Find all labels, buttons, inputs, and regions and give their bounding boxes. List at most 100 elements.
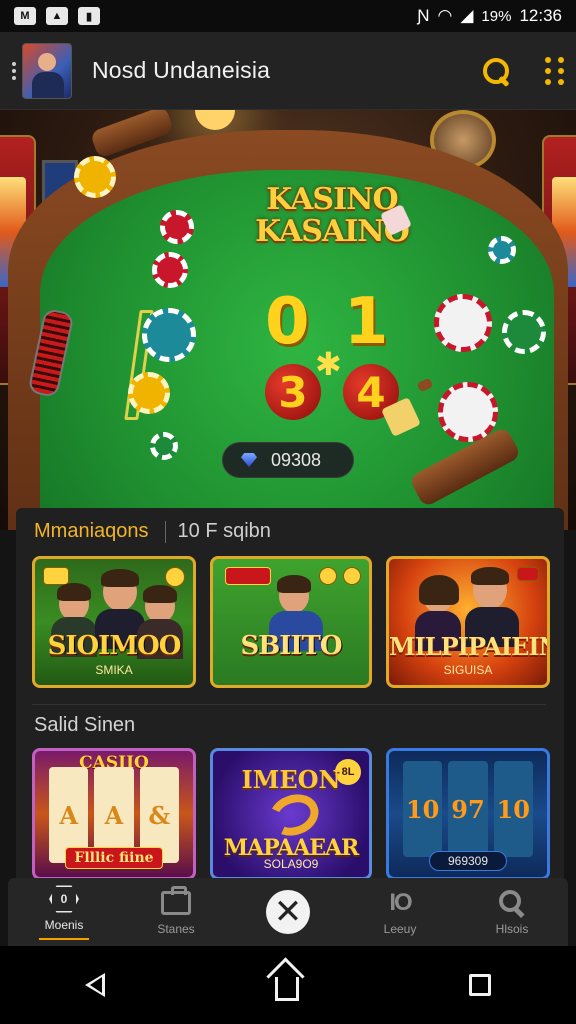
reel-symbol: A	[59, 800, 78, 830]
tab-home[interactable]: 0 Moenis	[19, 884, 109, 940]
bag-icon	[161, 886, 191, 918]
app-bar: Nosd Undaneisia	[0, 32, 576, 110]
bottom-tab-bar: 0 Moenis Stanes ✕ IO Leeuy Hlsois	[8, 878, 568, 946]
io-icon: IO	[389, 889, 412, 916]
coin-icon	[165, 567, 185, 587]
featured-games-row: SIOIMOO SMIKA SBIITO MILPIPAIEIN SIGUISA	[32, 556, 550, 688]
search-icon	[497, 888, 527, 918]
divider	[164, 520, 166, 543]
tab-search[interactable]: Hlsois	[467, 888, 557, 936]
tab-library[interactable]: IO Leeuy	[355, 888, 445, 936]
red-ball: 3	[265, 364, 321, 420]
balance-pill[interactable]: 09308	[222, 442, 354, 478]
screen: M ▲ ▮ Ɲ ◠ ◢ 19% 12:36 Nosd Undaneisia KA…	[0, 0, 576, 1024]
featured-section-title[interactable]: Mmaniaqons	[34, 520, 149, 543]
close-x-icon: ✕	[266, 890, 310, 934]
system-nav-bar	[0, 946, 576, 1024]
gem-icon	[241, 453, 257, 467]
hex-icon: 0	[49, 884, 79, 914]
tab-center[interactable]: ✕	[243, 890, 333, 934]
chip-icon	[152, 252, 188, 288]
slot-card-subtitle: SOLA9O9	[263, 857, 319, 871]
game-badge	[225, 567, 271, 585]
game-card[interactable]: MILPIPAIEIN SIGUISA	[386, 556, 550, 688]
clock: 12:36	[519, 6, 562, 25]
wifi-icon: ◠	[437, 6, 453, 25]
ceiling-lamp	[195, 110, 235, 130]
signal-icon: ◢	[460, 6, 474, 25]
lucky-numbers: 0 1 ✱ 3 4	[265, 290, 405, 420]
person-hair	[277, 575, 311, 593]
app-actions	[481, 56, 564, 86]
game-badge	[43, 567, 69, 585]
tab-label: Leeuy	[383, 922, 417, 936]
slots-section-title[interactable]: Salid Sinen	[34, 714, 135, 737]
slot-card[interactable]: 10 97 10 969309	[386, 748, 550, 880]
more-grid-icon[interactable]	[545, 56, 564, 85]
coin-icon	[343, 567, 361, 585]
tab-label: Stanes	[157, 922, 195, 936]
reel-symbol: 10	[405, 794, 440, 824]
slot-card[interactable]: CASIIO A A & Flllic fiine	[32, 748, 196, 880]
slot-card[interactable]: 8L IMEON MAPAAEAR SOLA9O9	[210, 748, 372, 880]
balance-value: 09308	[271, 449, 322, 470]
game-card-subtitle: SIGUISA	[443, 663, 493, 677]
file-icon: ▮	[78, 7, 100, 25]
status-bar: M ▲ ▮ Ɲ ◠ ◢ 19% 12:36	[0, 0, 576, 32]
content-panel: Mmaniaqons 10 F sqibn SIOIMOO SMIKA SBII…	[16, 508, 564, 908]
reel-symbol: 10	[496, 794, 531, 824]
game-badge	[517, 567, 539, 581]
system-icons: Ɲ ◠ ◢ 19% 12:36	[417, 6, 562, 26]
person-hair	[143, 585, 177, 603]
image-icon: ▲	[46, 7, 68, 25]
person-hair	[101, 569, 139, 587]
person-hair	[419, 575, 459, 605]
back-icon[interactable]	[85, 973, 105, 997]
game-card-title: MILPIPAIEIN	[389, 632, 550, 661]
person-hair	[471, 567, 509, 585]
gmail-icon: M	[14, 7, 36, 25]
chip-icon	[74, 156, 116, 198]
avatar[interactable]	[22, 42, 72, 99]
hero-banner[interactable]: KASINO KASAINO 0 1 ✱ 3 4 09308	[0, 110, 576, 530]
slot-reel: 10	[403, 761, 443, 857]
game-card-title: SIOIMOO	[47, 631, 182, 661]
drawer-menu-icon[interactable]	[12, 61, 16, 80]
slot-card-title: IMEON	[241, 765, 341, 794]
slot-reels: 10 97 10	[403, 761, 533, 857]
slot-card-label: 969309	[429, 851, 507, 871]
search-icon[interactable]	[481, 56, 511, 86]
chip-icon	[434, 294, 492, 352]
chip-icon	[142, 308, 196, 362]
sparkle-icon: ✱	[315, 346, 342, 382]
chip-icon	[150, 432, 178, 460]
coin-icon	[319, 567, 337, 585]
game-card[interactable]: SBIITO	[210, 556, 372, 688]
section-divider	[32, 704, 546, 705]
chip-icon	[160, 210, 194, 244]
game-card[interactable]: SIOIMOO SMIKA	[32, 556, 196, 688]
reel-symbol: A	[104, 800, 124, 830]
chip-icon	[488, 236, 516, 264]
reel-symbol: 97	[451, 794, 485, 824]
tab-label: Moenis	[44, 918, 84, 932]
slot-games-row: CASIIO A A & Flllic fiine 8L IMEON MAPAA…	[32, 748, 550, 880]
slot-card-label: Flllic fiine	[65, 847, 163, 869]
chip-icon	[128, 372, 170, 414]
game-card-subtitle: SMIKA	[95, 663, 133, 677]
game-card-title: SBIITO	[240, 631, 342, 661]
app-title: Nosd Undaneisia	[92, 57, 271, 83]
featured-section-header: Mmaniaqons 10 F sqibn	[34, 520, 271, 543]
nfc-icon: Ɲ	[417, 6, 430, 25]
chip-icon	[438, 382, 498, 442]
featured-section-subtitle[interactable]: 10 F sqibn	[178, 520, 271, 543]
slot-reel: 10	[493, 761, 533, 857]
recents-icon[interactable]	[469, 974, 491, 996]
home-icon[interactable]	[275, 977, 299, 1001]
tab-store[interactable]: Stanes	[131, 886, 221, 936]
slot-reel: 97	[448, 761, 488, 857]
chip-icon	[502, 310, 546, 354]
tab-label: Hlsois	[495, 922, 529, 936]
battery-percent: 19%	[481, 7, 512, 25]
person-hair	[57, 583, 91, 601]
